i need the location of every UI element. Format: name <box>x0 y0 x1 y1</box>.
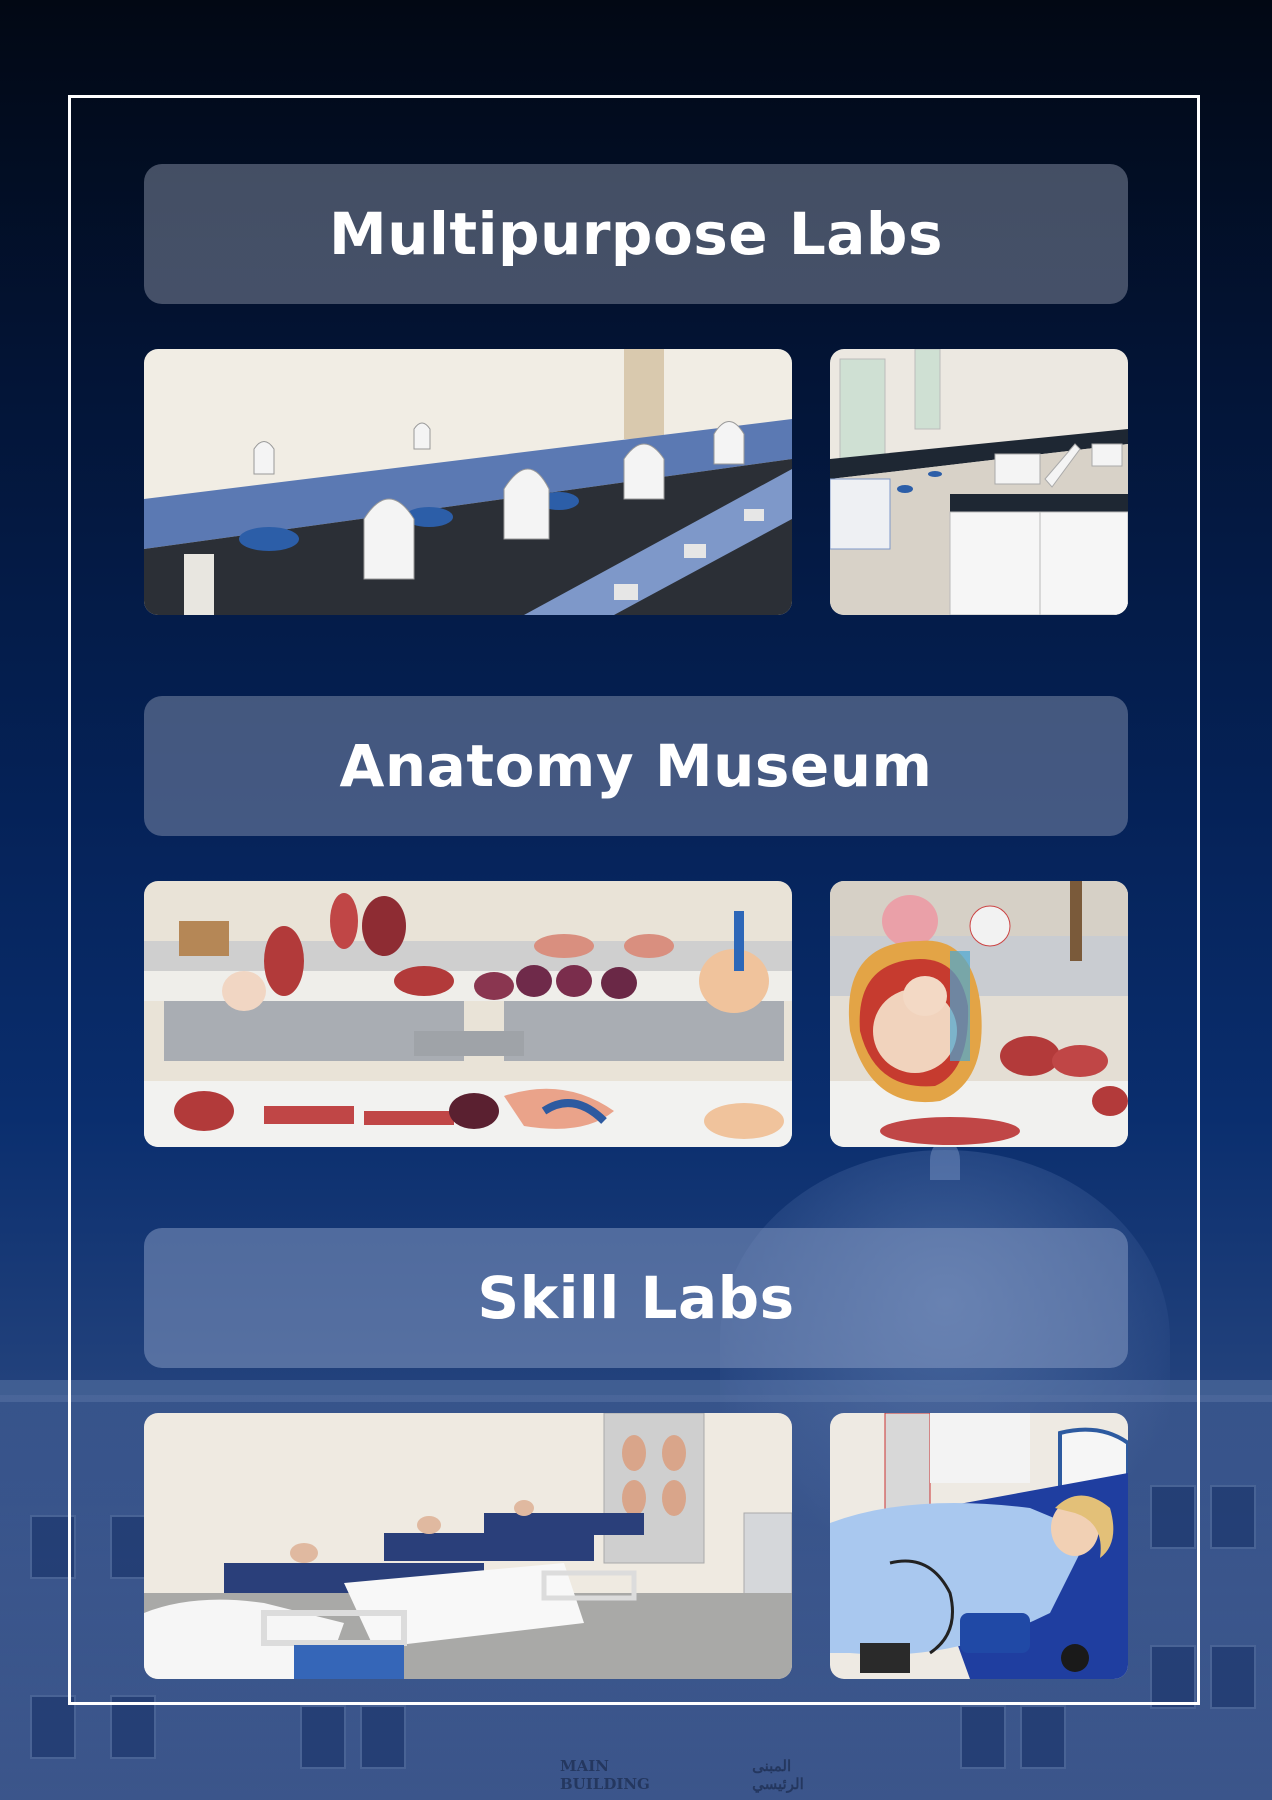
building-window <box>300 1705 346 1769</box>
microscope-lab-photo <box>144 349 792 615</box>
building-sign-en: MAIN BUILDING <box>560 1757 650 1793</box>
anatomy-models-photo <box>144 881 792 1147</box>
section-title-anatomy-museum: Anatomy Museum <box>144 696 1128 836</box>
section-title-multipurpose-labs: Multipurpose Labs <box>144 164 1128 304</box>
building-window <box>960 1705 1006 1769</box>
building-sign: MAIN BUILDING المبنى الرئيسي <box>560 1750 840 1800</box>
building-sign-ar: المبنى الرئيسي <box>752 1757 804 1793</box>
building-window <box>1210 1485 1256 1549</box>
building-window <box>360 1705 406 1769</box>
building-window <box>1020 1705 1066 1769</box>
lab-benches-photo <box>830 349 1128 615</box>
pregnancy-model-photo <box>830 881 1128 1147</box>
section-title-skill-labs: Skill Labs <box>144 1228 1128 1368</box>
hospital-beds-photo <box>144 1413 792 1679</box>
patient-mannequin-photo <box>830 1413 1128 1679</box>
building-window <box>1210 1645 1256 1709</box>
